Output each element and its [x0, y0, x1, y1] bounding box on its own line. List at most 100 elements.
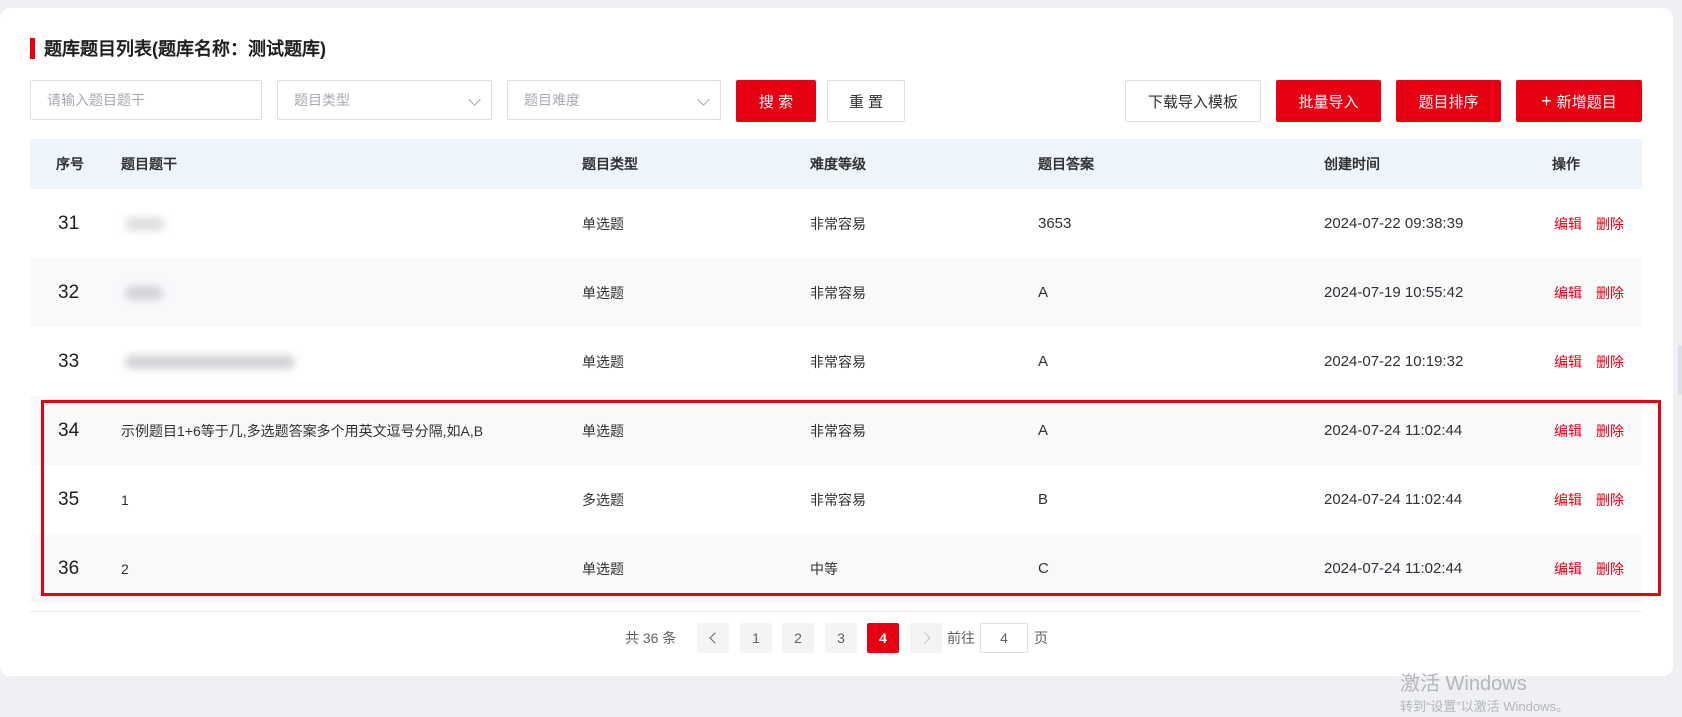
watermark-line-1: 激活 Windows	[1400, 673, 1527, 695]
row-index: 34	[58, 419, 80, 441]
row-difficulty: 非常容易	[810, 491, 866, 508]
title-accent-bar	[30, 37, 35, 59]
row-stem	[125, 327, 295, 396]
table-row: 31 单选题 非常容易 3653 2024-07-22 09:38:39 编辑 …	[30, 189, 1642, 258]
sort-questions-button[interactable]: 题目排序	[1396, 80, 1501, 122]
edit-link[interactable]: 编辑	[1554, 352, 1582, 372]
column-header-difficulty: 难度等级	[810, 156, 866, 172]
type-select[interactable]: 题目类型	[277, 80, 492, 120]
row-index: 31	[58, 212, 80, 234]
chevron-down-icon	[468, 93, 481, 106]
row-answer: 3653	[1038, 215, 1072, 232]
row-created: 2024-07-24 11:02:44	[1324, 422, 1463, 439]
edit-link[interactable]: 编辑	[1554, 283, 1582, 303]
table-row: 35 1 多选题 非常容易 B 2024-07-24 11:02:44 编辑 删…	[30, 465, 1642, 534]
row-actions: 编辑 删除	[1554, 258, 1638, 327]
difficulty-select-placeholder: 题目难度	[524, 92, 580, 108]
stem-search-field[interactable]	[47, 92, 245, 108]
row-created: 2024-07-24 11:02:44	[1324, 560, 1463, 577]
add-question-button[interactable]: + 新增题目	[1516, 80, 1642, 122]
delete-link[interactable]: 删除	[1596, 559, 1624, 579]
search-button[interactable]: 搜 索	[736, 80, 816, 122]
chevron-left-icon	[708, 632, 721, 644]
type-select-placeholder: 题目类型	[294, 92, 350, 108]
delete-link[interactable]: 删除	[1596, 421, 1624, 441]
row-difficulty: 非常容易	[810, 215, 866, 232]
pagination-total: 共 36 条	[625, 630, 677, 646]
column-header-actions: 操作	[1552, 156, 1580, 172]
delete-link[interactable]: 删除	[1596, 352, 1624, 372]
goto-page-input[interactable]	[980, 623, 1028, 653]
delete-link[interactable]: 删除	[1596, 214, 1624, 234]
goto-suffix: 页	[1034, 630, 1048, 646]
column-header-answer: 题目答案	[1038, 156, 1094, 172]
page-title: 题库题目列表(题库名称：测试题库)	[30, 37, 326, 59]
row-type: 单选题	[582, 422, 624, 439]
row-stem: 示例题目1+6等于几,多选题答案多个用英文逗号分隔,如A,B	[121, 422, 484, 439]
row-type: 单选题	[582, 284, 624, 301]
chevron-right-icon	[918, 632, 931, 644]
row-created: 2024-07-22 10:19:32	[1324, 353, 1464, 370]
plus-icon: +	[1541, 91, 1552, 111]
batch-import-button[interactable]: 批量导入	[1276, 80, 1381, 122]
pagination: 共 36 条 1 2 3 4 前往 页	[0, 623, 1682, 653]
table-header: 序号 题目题干 题目类型 难度等级 题目答案 创建时间 操作	[30, 139, 1642, 189]
page-button-2[interactable]: 2	[782, 623, 814, 653]
row-stem	[125, 189, 165, 258]
row-answer: A	[1038, 353, 1049, 370]
edit-link[interactable]: 编辑	[1554, 490, 1582, 510]
watermark-line-2: 转到“设置”以激活 Windows。	[1400, 699, 1570, 714]
page-button-3[interactable]: 3	[825, 623, 857, 653]
table-row: 32 单选题 非常容易 A 2024-07-19 10:55:42 编辑 删除	[30, 258, 1642, 327]
reset-button[interactable]: 重 置	[827, 80, 905, 122]
stem-search-input[interactable]	[30, 80, 262, 120]
redacted-stem-blur	[125, 354, 295, 369]
row-actions: 编辑 删除	[1554, 465, 1638, 534]
row-actions: 编辑 删除	[1554, 534, 1638, 603]
row-type: 多选题	[582, 491, 624, 508]
row-answer: B	[1038, 491, 1049, 508]
difficulty-select[interactable]: 题目难度	[507, 80, 721, 120]
row-actions: 编辑 删除	[1554, 396, 1638, 465]
goto-prefix: 前往	[947, 630, 975, 646]
row-answer: A	[1038, 284, 1049, 301]
edit-link[interactable]: 编辑	[1554, 559, 1582, 579]
scrollbar-handle[interactable]	[1678, 345, 1682, 395]
row-stem: 1	[121, 491, 129, 508]
column-header-stem: 题目题干	[121, 156, 177, 172]
next-page-button[interactable]	[910, 623, 942, 653]
chevron-down-icon	[697, 93, 710, 106]
question-table: 序号 题目题干 题目类型 难度等级 题目答案 创建时间 操作 31 单选题 非常…	[30, 139, 1642, 612]
row-type: 单选题	[582, 560, 624, 577]
row-created: 2024-07-22 09:38:39	[1324, 215, 1464, 232]
column-header-index: 序号	[56, 156, 84, 172]
row-index: 32	[58, 281, 80, 303]
row-difficulty: 非常容易	[810, 353, 866, 370]
add-question-label: 新增题目	[1556, 93, 1617, 111]
row-difficulty: 非常容易	[810, 422, 866, 439]
row-answer: C	[1038, 560, 1049, 577]
edit-link[interactable]: 编辑	[1554, 214, 1582, 234]
row-actions: 编辑 删除	[1554, 327, 1638, 396]
row-stem: 2	[121, 560, 129, 577]
delete-link[interactable]: 删除	[1596, 283, 1624, 303]
row-created: 2024-07-19 10:55:42	[1324, 284, 1464, 301]
windows-activation-watermark: 激活 Windows 转到“设置”以激活 Windows。	[1400, 671, 1569, 717]
row-answer: A	[1038, 422, 1049, 439]
table-row: 34 示例题目1+6等于几,多选题答案多个用英文逗号分隔,如A,B 单选题 非常…	[30, 396, 1642, 465]
row-difficulty: 中等	[810, 560, 838, 577]
row-index: 33	[58, 350, 80, 372]
row-actions: 编辑 删除	[1554, 189, 1638, 258]
row-index: 35	[58, 488, 80, 510]
page-title-text: 题库题目列表(题库名称：测试题库)	[44, 39, 326, 59]
download-template-button[interactable]: 下载导入模板	[1125, 80, 1261, 122]
row-stem	[125, 258, 163, 327]
row-created: 2024-07-24 11:02:44	[1324, 491, 1463, 508]
page-button-4[interactable]: 4	[867, 623, 899, 653]
redacted-stem-blur	[125, 285, 163, 300]
table-bottom-border	[30, 611, 1642, 612]
edit-link[interactable]: 编辑	[1554, 421, 1582, 441]
prev-page-button[interactable]	[697, 623, 729, 653]
page-button-1[interactable]: 1	[740, 623, 772, 653]
delete-link[interactable]: 删除	[1596, 490, 1624, 510]
